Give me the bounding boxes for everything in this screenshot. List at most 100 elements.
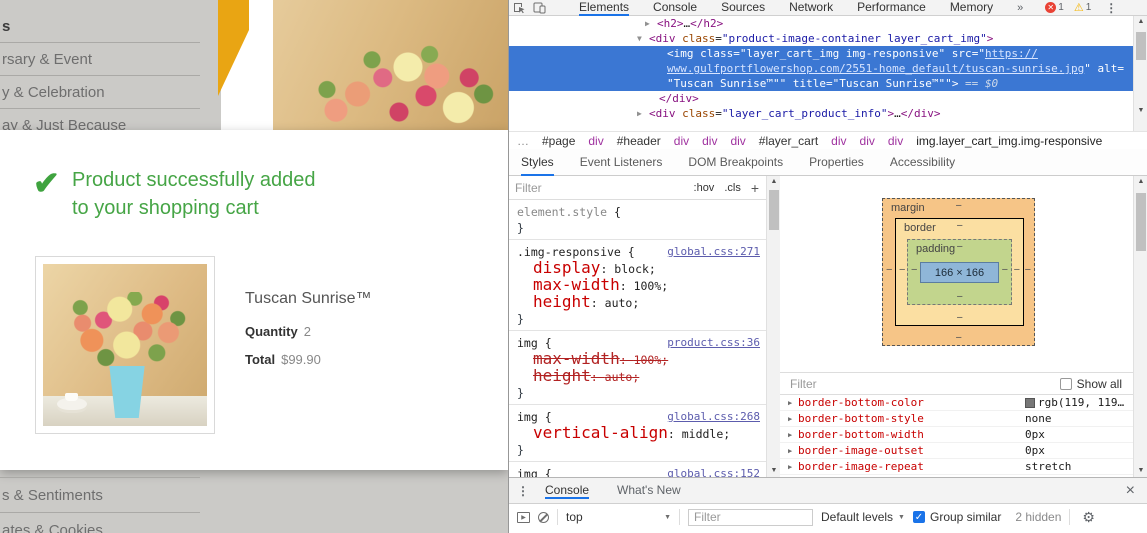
- tab-what-s-new[interactable]: What's New: [617, 483, 681, 497]
- computed-property-row[interactable]: ▶ border-bottom-color rgb(119, 119…: [780, 395, 1147, 411]
- box-model-dash[interactable]: −: [957, 291, 963, 303]
- css-selector[interactable]: img: [517, 336, 538, 350]
- expand-icon[interactable]: ▶: [788, 399, 798, 407]
- category-item[interactable]: ates & Cookies: [0, 512, 200, 533]
- breadcrumb-item[interactable]: #page: [542, 134, 575, 148]
- scroll-up-icon[interactable]: ▲: [1134, 176, 1147, 188]
- tab-memory[interactable]: Memory: [950, 0, 993, 16]
- category-item[interactable]: s: [0, 10, 200, 43]
- breadcrumb-item[interactable]: div: [888, 134, 903, 148]
- tree-row[interactable]: www.gulfportflowershop.com/2551-home_def…: [509, 61, 1134, 76]
- expand-icon[interactable]: ▶: [788, 463, 798, 471]
- tab-console[interactable]: Console: [653, 0, 697, 16]
- tab-properties[interactable]: Properties: [809, 149, 864, 176]
- breadcrumb-item[interactable]: div: [860, 134, 875, 148]
- computed-filter-input[interactable]: [790, 376, 1060, 391]
- breadcrumb-item[interactable]: …: [517, 134, 529, 148]
- close-drawer-icon[interactable]: ×: [1126, 482, 1135, 500]
- console-settings-icon[interactable]: ⚙: [1082, 509, 1095, 526]
- stylesheet-link[interactable]: global.css:268: [667, 409, 760, 425]
- stylesheet-link[interactable]: product.css:36: [667, 335, 760, 351]
- computed-property-row[interactable]: ▶ border-bottom-width 0px: [780, 427, 1147, 443]
- tree-row[interactable]: ▶ <div class="layer_cart_product_info">…<…: [509, 106, 1134, 121]
- pseudo-state-toggle[interactable]: :hov: [694, 182, 715, 194]
- expand-icon[interactable]: ▶: [788, 431, 798, 439]
- box-model-dash[interactable]: −: [957, 241, 963, 253]
- scroll-down-icon[interactable]: ▼: [1134, 465, 1147, 477]
- css-property[interactable]: height: auto;: [517, 368, 766, 385]
- elements-scrollbar[interactable]: ▲ ▼: [1133, 16, 1147, 131]
- breadcrumb-item[interactable]: #layer_cart: [759, 134, 818, 148]
- expand-icon[interactable]: ▶: [788, 447, 798, 455]
- box-model-border[interactable]: border padding 166 × 166 − − − − − − − −: [895, 218, 1024, 326]
- computed-property-row[interactable]: ▶ border-image-outset 0px: [780, 443, 1147, 459]
- breadcrumb-item[interactable]: div: [702, 134, 717, 148]
- devtools-menu-icon[interactable]: ⋮: [1105, 1, 1117, 15]
- warning-badge-icon[interactable]: ⚠: [1074, 1, 1084, 14]
- box-model-dash[interactable]: −: [886, 264, 892, 276]
- tree-row[interactable]: </div>: [509, 91, 1134, 106]
- box-model-dash[interactable]: −: [899, 264, 905, 276]
- inspect-element-icon[interactable]: [509, 0, 529, 15]
- computed-property-row[interactable]: ▶ border-image-repeat stretch: [780, 459, 1147, 475]
- breadcrumb-item[interactable]: div: [588, 134, 603, 148]
- css-selector[interactable]: img: [517, 467, 538, 477]
- error-badge-icon[interactable]: ✕: [1045, 2, 1057, 13]
- category-item[interactable]: y & Celebration: [0, 76, 200, 109]
- computed-property-row[interactable]: ▶ border-bottom-style none: [780, 411, 1147, 427]
- scroll-up-icon[interactable]: ▲: [1134, 16, 1147, 28]
- breadcrumb-item[interactable]: div: [831, 134, 846, 148]
- tree-row[interactable]: ▶ <h2>…</h2>: [509, 16, 1134, 31]
- execution-context-selector[interactable]: top ▼: [566, 510, 671, 524]
- styles-scrollbar[interactable]: ▲ ▼: [766, 176, 780, 477]
- stylesheet-link[interactable]: global.css:152: [667, 466, 760, 477]
- scroll-up-icon[interactable]: ▲: [767, 176, 781, 188]
- breadcrumb-item[interactable]: img.layer_cart_img.img-responsive: [916, 134, 1102, 148]
- tab-styles[interactable]: Styles: [521, 149, 554, 176]
- tab-dom-breakpoints[interactable]: DOM Breakpoints: [688, 149, 783, 176]
- css-selector[interactable]: element.style: [517, 205, 607, 219]
- element-classes-toggle[interactable]: .cls: [724, 182, 741, 194]
- tab-elements[interactable]: Elements: [579, 0, 630, 16]
- box-model-dash[interactable]: −: [911, 264, 917, 276]
- styles-filter-input[interactable]: [515, 180, 694, 195]
- box-model-padding[interactable]: padding 166 × 166 − − − −: [907, 239, 1012, 305]
- group-similar-checkbox[interactable]: ✓: [912, 511, 925, 523]
- css-property[interactable]: vertical-align: middle;: [517, 425, 766, 442]
- tab-sources[interactable]: Sources: [721, 0, 765, 16]
- tab-accessibility[interactable]: Accessibility: [890, 149, 955, 176]
- console-filter-input[interactable]: [688, 508, 813, 526]
- box-model-dash[interactable]: −: [956, 332, 962, 344]
- stylesheet-link[interactable]: global.css:271: [667, 244, 760, 260]
- box-model-dash[interactable]: −: [1002, 264, 1008, 276]
- css-selector[interactable]: img: [517, 410, 538, 424]
- css-property[interactable]: height: auto;: [517, 294, 766, 311]
- new-style-rule-icon[interactable]: +: [751, 180, 759, 196]
- tab-event-listeners[interactable]: Event Listeners: [580, 149, 663, 176]
- breadcrumb-item[interactable]: div: [674, 134, 689, 148]
- log-levels-dropdown[interactable]: Default levels ▼: [821, 510, 905, 524]
- expand-icon[interactable]: ▶: [788, 415, 798, 423]
- more-tabs-icon[interactable]: »: [1017, 2, 1023, 14]
- device-toolbar-icon[interactable]: [529, 0, 549, 15]
- box-model-dash[interactable]: −: [1014, 264, 1020, 276]
- clear-console-icon[interactable]: [538, 511, 549, 523]
- box-model-dash[interactable]: −: [956, 200, 962, 212]
- show-all-checkbox[interactable]: [1059, 377, 1072, 390]
- scroll-down-icon[interactable]: ▼: [1134, 105, 1147, 117]
- category-item[interactable]: s & Sentiments: [0, 477, 200, 512]
- breadcrumb-item[interactable]: #header: [617, 134, 661, 148]
- box-model-dash[interactable]: −: [957, 220, 963, 232]
- box-model-content[interactable]: 166 × 166: [920, 262, 999, 283]
- tree-row[interactable]: … <img class="layer_cart_img img-responsi…: [509, 46, 1134, 66]
- category-item[interactable]: rsary & Event: [0, 43, 200, 76]
- box-model-dash[interactable]: −: [1025, 264, 1031, 276]
- computed-scrollbar[interactable]: ▲ ▼: [1133, 176, 1147, 477]
- tree-row[interactable]: ▼ <div class="product-image-container lay…: [509, 31, 1134, 46]
- drawer-menu-icon[interactable]: ⋮: [517, 484, 529, 498]
- breadcrumb-item[interactable]: div: [730, 134, 745, 148]
- console-sidebar-icon[interactable]: ▶: [517, 511, 530, 523]
- box-model-margin[interactable]: margin border padding 166 × 166 − − − − − − −…: [882, 198, 1035, 346]
- css-selector[interactable]: .img-responsive: [517, 245, 621, 259]
- scroll-down-icon[interactable]: ▼: [767, 465, 781, 477]
